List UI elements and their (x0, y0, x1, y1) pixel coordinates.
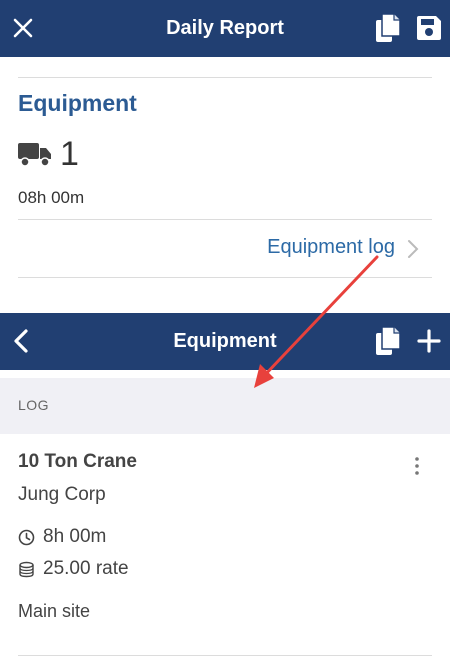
equipment-company: Jung Corp (18, 484, 106, 505)
plus-icon (417, 329, 441, 353)
equipment-count-row: 1 (18, 134, 79, 174)
add-button[interactable] (413, 325, 445, 357)
equipment-log-link[interactable]: Equipment log (267, 236, 395, 259)
divider (18, 77, 432, 78)
equipment-rate-row: 25.00 rate (18, 558, 129, 580)
equipment-rate: 25.00 rate (43, 558, 129, 579)
copy-button[interactable] (372, 325, 404, 357)
copy-icon (376, 326, 401, 355)
equipment-time: 8h 00m (43, 526, 107, 547)
equipment-name: 10 Ton Crane (18, 451, 137, 472)
log-header-label: LOG (18, 397, 50, 413)
top-app-bar: Daily Report (0, 0, 450, 57)
copy-button[interactable] (372, 12, 404, 44)
clock-icon (18, 529, 35, 545)
copy-icon (376, 13, 401, 42)
divider (18, 277, 432, 278)
divider (18, 219, 432, 220)
section-title: Equipment (18, 90, 137, 116)
equipment-count: 1 (60, 134, 79, 173)
coins-icon (19, 561, 34, 577)
log-section-header: LOG (0, 378, 450, 434)
equipment-app-bar: Equipment (0, 313, 450, 370)
divider (18, 655, 432, 656)
chevron-right-icon[interactable] (406, 239, 420, 259)
save-icon (417, 16, 441, 40)
truck-icon (18, 143, 51, 167)
equipment-time-row: 8h 00m (18, 526, 106, 548)
more-options-icon[interactable] (408, 455, 426, 477)
save-button[interactable] (413, 12, 445, 44)
equipment-site: Main site (18, 601, 91, 621)
total-hours: 08h 00m (18, 188, 85, 207)
